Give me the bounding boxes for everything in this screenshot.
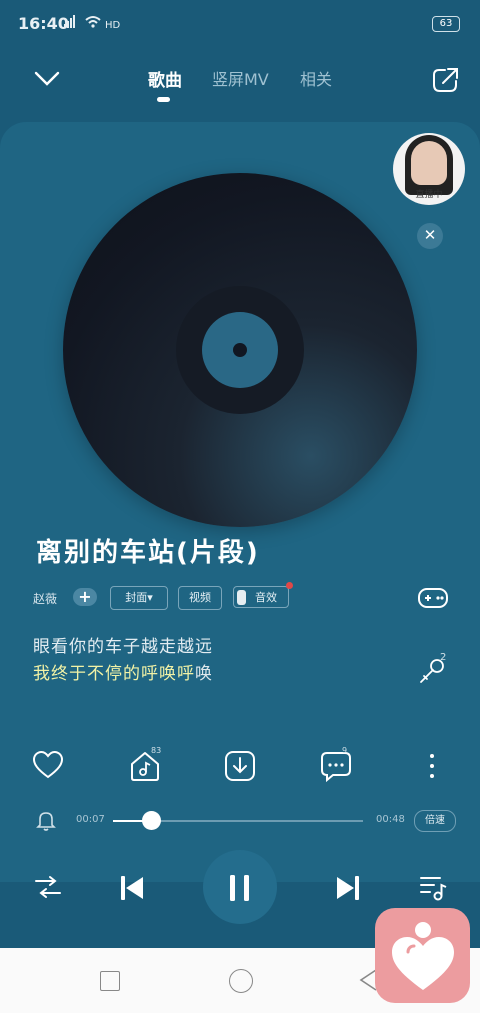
cover-dropdown[interactable]: 封面▾	[110, 586, 168, 610]
previous-icon[interactable]	[119, 874, 145, 902]
share-icon[interactable]	[431, 66, 461, 94]
more-icon[interactable]	[428, 752, 436, 780]
live-avatar[interactable]: 直播中	[393, 133, 465, 205]
download-icon[interactable]	[224, 750, 256, 782]
follow-button[interactable]: +	[73, 588, 97, 606]
sound-effect-label: 音效	[255, 591, 277, 604]
tab-indicator	[157, 97, 170, 102]
sound-effect-button[interactable]: 音效	[233, 586, 289, 608]
recent-apps-icon[interactable]	[100, 971, 120, 991]
avatar-face	[411, 141, 447, 185]
status-time: 16:40	[18, 14, 69, 33]
next-icon[interactable]	[335, 874, 361, 902]
share-count: 83	[151, 746, 162, 755]
signal-wifi-icons: HD	[64, 15, 121, 31]
pause-icon	[230, 875, 249, 901]
svg-text:HD: HD	[105, 20, 121, 31]
lyric-highlight: 我终于不停的呼唤呼	[33, 664, 195, 684]
heart-icon[interactable]	[32, 750, 64, 780]
song-title: 离别的车站(片段)	[36, 538, 260, 568]
karaoke-count: 2	[440, 652, 447, 663]
total-time: 00:48	[376, 814, 405, 825]
progress-knob[interactable]	[142, 811, 161, 830]
heart-person-icon	[392, 922, 454, 990]
tab-related[interactable]: 相关	[300, 66, 332, 90]
speed-button[interactable]: 倍速	[414, 810, 456, 832]
playlist-icon[interactable]	[418, 873, 448, 903]
current-time: 00:07	[76, 814, 105, 825]
tab-song[interactable]: 歌曲	[148, 66, 182, 91]
tab-vertical-mv[interactable]: 竖屏MV	[212, 66, 269, 90]
live-label: 直播中	[415, 190, 443, 200]
battery-indicator: 63	[432, 16, 460, 32]
home-icon[interactable]	[229, 969, 253, 993]
video-button[interactable]: 视频	[178, 586, 222, 610]
close-icon[interactable]: ✕	[417, 223, 443, 249]
toggle-icon	[237, 590, 246, 605]
lyric-rest: 唤	[195, 664, 213, 684]
gamepad-icon[interactable]	[417, 586, 449, 610]
notification-dot	[286, 582, 293, 589]
comment-count: 9	[342, 746, 348, 755]
shuffle-icon[interactable]	[34, 874, 62, 900]
comment-icon[interactable]	[319, 750, 353, 782]
artist-name[interactable]: 赵薇	[33, 590, 57, 607]
chevron-down-icon[interactable]	[34, 70, 60, 88]
floating-heart-widget[interactable]	[375, 908, 470, 1003]
lyric-line-2: 我终于不停的呼唤呼唤	[33, 659, 213, 684]
disc-hole	[233, 343, 247, 357]
bell-icon[interactable]	[36, 810, 56, 832]
lyric-line-1: 眼看你的车子越走越远	[33, 637, 213, 657]
status-bar: 16:40 HD 63	[0, 0, 480, 46]
